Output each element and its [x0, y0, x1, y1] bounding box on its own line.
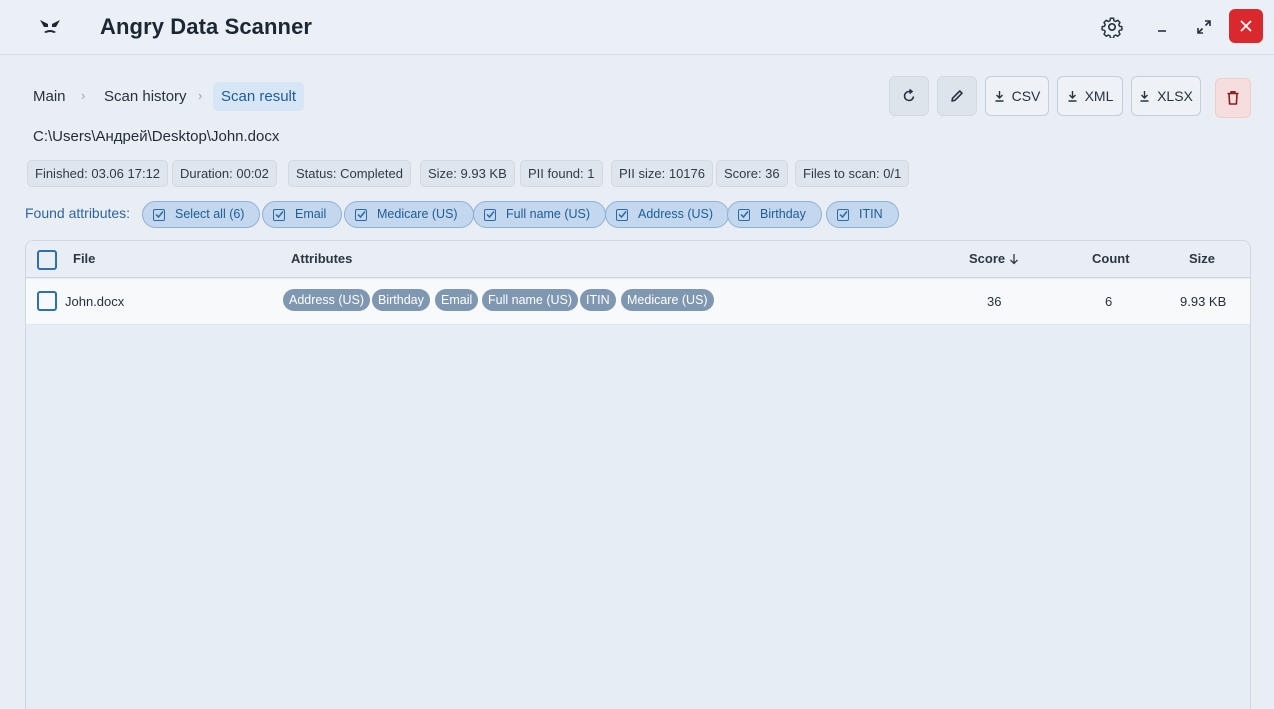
attribute-filter-label: Birthday: [760, 207, 806, 221]
found-attributes-label: Found attributes:: [25, 205, 131, 221]
results-table: File Attributes Score Count Size John.do…: [25, 240, 1251, 709]
row-attribute-tag: Email: [435, 289, 479, 311]
settings-button[interactable]: [1095, 10, 1129, 44]
attribute-filter-email[interactable]: Email: [262, 201, 343, 228]
score-badge: Score: 36: [716, 160, 788, 187]
attribute-filter-birthday[interactable]: Birthday: [727, 201, 822, 228]
export-xml-button[interactable]: XML: [1057, 76, 1123, 116]
attribute-filter-label: Select all (6): [175, 207, 245, 221]
maximize-button[interactable]: [1187, 10, 1221, 44]
row-file-name: John.docx: [65, 294, 125, 309]
attribute-filter-itin[interactable]: ITIN: [826, 201, 899, 228]
xml-label: XML: [1084, 88, 1114, 104]
close-button[interactable]: [1229, 9, 1263, 43]
breadcrumb-scan-result[interactable]: Scan result: [213, 82, 305, 111]
row-attribute-tag: ITIN: [580, 289, 616, 311]
breadcrumb-main[interactable]: Main: [25, 82, 74, 111]
export-csv-button[interactable]: CSV: [985, 76, 1049, 116]
attribute-filter-label: Medicare (US): [377, 207, 458, 221]
export-xlsx-button[interactable]: XLSX: [1131, 76, 1201, 116]
app-title: Angry Data Scanner: [100, 14, 313, 39]
minimize-icon: [1158, 30, 1166, 32]
attribute-filter-address[interactable]: Address (US): [605, 201, 730, 228]
row-checkbox[interactable]: [37, 291, 57, 311]
xlsx-label: XLSX: [1157, 88, 1193, 104]
edit-button[interactable]: [937, 76, 977, 116]
attribute-filter-label: ITIN: [859, 207, 883, 221]
table-row[interactable]: John.docx Address (US) Birthday Email Fu…: [26, 279, 1250, 325]
pii-found-badge: PII found: 1: [520, 160, 603, 187]
breadcrumb-separator: ›: [81, 88, 86, 103]
close-icon: [1240, 20, 1252, 32]
column-header-size[interactable]: Size: [1189, 251, 1215, 266]
attribute-filter-full-name[interactable]: Full name (US): [473, 201, 607, 228]
refresh-button[interactable]: [889, 76, 929, 116]
arrow-down-icon: [1010, 253, 1019, 264]
attribute-filter-label: Address (US): [638, 207, 714, 221]
select-all-rows-checkbox[interactable]: [37, 250, 57, 270]
angry-face-logo-icon: [36, 13, 64, 41]
pii-size-badge: PII size: 10176: [611, 160, 713, 187]
delete-button[interactable]: [1215, 78, 1251, 118]
status-badge: Status: Completed: [288, 160, 411, 187]
column-header-attributes[interactable]: Attributes: [291, 251, 352, 266]
csv-label: CSV: [1011, 88, 1041, 104]
expand-icon: [1197, 20, 1211, 34]
download-icon: [1068, 91, 1077, 102]
size-badge: Size: 9.93 KB: [420, 160, 515, 187]
download-icon: [995, 91, 1004, 102]
attribute-filter-select-all[interactable]: Select all (6): [142, 201, 261, 228]
check-icon: [273, 208, 285, 221]
check-icon: [484, 208, 496, 221]
trash-icon: [1227, 91, 1239, 105]
title-bar: Angry Data Scanner: [0, 0, 1274, 55]
row-attribute-tag: Medicare (US): [621, 289, 714, 311]
pencil-icon: [951, 90, 963, 102]
files-to-scan-badge: Files to scan: 0/1: [795, 160, 910, 187]
check-icon: [616, 208, 628, 221]
row-score: 36: [987, 294, 1002, 309]
row-attribute-tag: Full name (US): [482, 289, 579, 311]
row-attribute-tag: Address (US): [283, 289, 371, 311]
gear-icon: [1101, 17, 1123, 38]
refresh-icon: [903, 88, 915, 102]
check-icon: [738, 208, 750, 221]
column-header-file[interactable]: File: [73, 251, 95, 266]
breadcrumb-scan-history[interactable]: Scan history: [96, 82, 195, 111]
attribute-filter-label: Full name (US): [506, 207, 591, 221]
column-header-score-label: Score: [969, 251, 1006, 266]
check-icon: [355, 208, 367, 221]
check-icon: [837, 208, 849, 221]
attribute-filter-label: Email: [295, 207, 327, 221]
column-header-count[interactable]: Count: [1092, 251, 1130, 266]
download-icon: [1140, 91, 1149, 102]
finished-badge: Finished: 03.06 17:12: [27, 160, 169, 187]
breadcrumb-separator: ›: [198, 88, 203, 103]
file-path: C:\Users\Андрей\Desktop\John.docx: [33, 128, 280, 145]
attribute-filter-medicare[interactable]: Medicare (US): [344, 201, 474, 228]
minimize-button[interactable]: [1145, 10, 1179, 44]
duration-badge: Duration: 00:02: [172, 160, 277, 187]
column-header-score[interactable]: Score: [969, 251, 1020, 266]
row-count: 6: [1105, 294, 1113, 309]
check-icon: [153, 208, 165, 221]
table-header: File Attributes Score Count Size: [26, 241, 1250, 278]
row-size: 9.93 KB: [1180, 294, 1227, 309]
row-attribute-tag: Birthday: [372, 289, 430, 311]
